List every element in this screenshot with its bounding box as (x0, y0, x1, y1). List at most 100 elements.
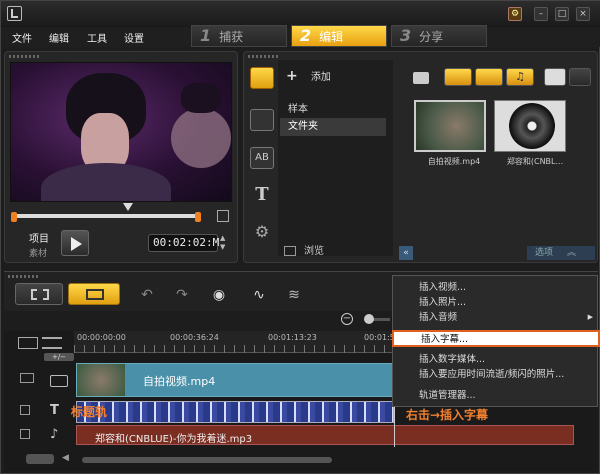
browse-button[interactable]: 浏览 (284, 242, 356, 258)
timeline-view-button[interactable] (68, 283, 120, 305)
track-lock-icon[interactable] (20, 373, 34, 383)
options-button[interactable]: 选项 ︽ (527, 246, 595, 260)
video-clip-thumb (77, 364, 125, 396)
browse-label: 浏览 (304, 246, 324, 257)
audio-mixer-icon[interactable]: ∿ (246, 284, 272, 306)
scroll-left-icon[interactable]: ◀ (62, 453, 69, 463)
library-panel: AB T ⚙ + 添加 样本 文件夹 浏览 ♫ 自拍视频.mp4 郑容和(CNB… (243, 51, 598, 263)
title-track-annotation: 标题轨 (71, 405, 108, 419)
preview-panel: 项目 素材 00:02:02:M ▲ ▼ (4, 51, 238, 263)
app-logo-icon (7, 6, 22, 21)
timecode-stepper[interactable]: ▲ ▼ (220, 234, 230, 252)
menu-track-manager[interactable]: 轨道管理器... (393, 388, 599, 403)
menu-insert-photo[interactable]: 插入照片... (393, 295, 599, 310)
redo-icon[interactable]: ↷ (169, 284, 195, 306)
close-button[interactable]: × (576, 7, 590, 21)
media-library-icon[interactable] (250, 67, 274, 89)
zoom-out-icon[interactable]: − (341, 313, 353, 325)
timeline-scrollbar[interactable] (82, 457, 332, 463)
chevron-up-icon: ︽ (567, 248, 577, 258)
zoom-slider-thumb[interactable] (364, 314, 374, 324)
trim-end-handle[interactable] (195, 212, 201, 222)
help-icon[interactable]: ⚙ (508, 7, 522, 21)
menu-insert-timelapse-photo[interactable]: 插入要应用时间流逝/频闪的照片... (393, 367, 599, 382)
show-video-button[interactable] (444, 68, 472, 86)
maximize-button[interactable]: □ (555, 7, 569, 21)
collapse-library-button[interactable]: « (399, 246, 413, 260)
title-bar: ⚙ – □ × (1, 1, 600, 27)
media-thumb-video[interactable] (414, 100, 486, 152)
trim-start-handle[interactable] (11, 212, 17, 222)
tab-capture-number: 1 (200, 26, 212, 45)
menu-insert-photo-label: 插入照片... (419, 297, 467, 308)
title-track-header: T (6, 401, 72, 427)
tab-share-label: 分享 (419, 30, 444, 44)
submenu-arrow-icon: ▶ (587, 313, 593, 321)
film-icon (31, 289, 49, 300)
thumbnail-view-button[interactable] (569, 68, 591, 86)
chapter-icon[interactable] (42, 337, 62, 349)
right-click-annotation: 右击→插入字幕 (406, 408, 489, 422)
video-clip[interactable]: 自拍视频.mp4 (76, 363, 396, 397)
play-icon (71, 237, 82, 251)
tab-edit-number: 2 (300, 26, 312, 45)
ruler-tick-label: 00:01:5 (364, 333, 395, 342)
playhead-marker[interactable] (123, 203, 133, 211)
menu-insert-audio[interactable]: 插入音频 ▶ (393, 310, 599, 325)
folder-item-sample[interactable]: 样本 (282, 100, 386, 116)
audio-clip[interactable]: 郑容和(CNBLUE)-你为我着迷.mp3 (76, 425, 574, 445)
tab-share-number: 3 (400, 26, 412, 45)
timecode-value: 00:02:02 (153, 236, 206, 249)
add-folder-button[interactable]: + 添加 (286, 68, 376, 84)
record-capture-icon[interactable]: ◉ (206, 284, 232, 306)
menu-file[interactable]: 文件 (12, 30, 32, 45)
title-track-clip[interactable] (76, 401, 394, 423)
transition-icon[interactable] (250, 109, 274, 131)
disc-icon (509, 103, 555, 149)
tab-capture[interactable]: 1 捕获 (191, 25, 287, 47)
scrub-bar[interactable] (16, 214, 198, 218)
menu-settings[interactable]: 设置 (124, 30, 144, 45)
project-label[interactable]: 项目 (29, 230, 49, 245)
clip-label[interactable]: 素材 (29, 246, 47, 259)
tab-edit[interactable]: 2 编辑 (291, 25, 387, 47)
ruler-tick-label: 00:01:13:23 (268, 333, 317, 342)
folder-item-folder[interactable]: 文件夹 (280, 118, 386, 136)
auto-music-icon[interactable]: ≋ (281, 284, 307, 306)
app-window: ⚙ – □ × 文件 编辑 工具 设置 1 捕获 2 编辑 3 分享 项目 素材… (0, 0, 600, 474)
track-manager-icon[interactable] (18, 337, 38, 349)
filter-icon[interactable]: AB (250, 147, 274, 169)
menu-edit[interactable]: 编辑 (49, 30, 69, 45)
add-folder-label: 添加 (310, 72, 331, 83)
play-button[interactable] (61, 230, 89, 256)
undo-icon[interactable]: ↶ (134, 284, 160, 306)
project-fit-button[interactable] (26, 454, 54, 464)
folder-item-sample-label: 样本 (288, 104, 308, 115)
timecode-display[interactable]: 00:02:02:M (148, 234, 219, 252)
tab-share[interactable]: 3 分享 (391, 25, 487, 47)
title-text-icon[interactable]: T (250, 184, 274, 206)
music-track-header: ♪ (6, 425, 72, 451)
timeline-icon (86, 289, 104, 300)
menu-insert-subtitle[interactable]: 插入字幕... (392, 330, 600, 347)
enlarge-icon[interactable] (217, 210, 229, 222)
menu-tools[interactable]: 工具 (87, 30, 107, 45)
menu-insert-digital-media[interactable]: 插入数字媒体... (393, 352, 599, 367)
options-label: 选项 (535, 248, 554, 258)
media-thumb-video-label: 自拍视频.mp4 (427, 157, 481, 166)
ruler-tick-label: 00:00:36:24 (170, 333, 219, 342)
show-audio-button[interactable]: ♫ (506, 68, 534, 86)
menu-insert-video[interactable]: 插入视频... (393, 280, 599, 295)
minimize-button[interactable]: – (534, 7, 548, 21)
show-photo-button[interactable] (475, 68, 503, 86)
track-lock-icon[interactable] (20, 405, 30, 415)
graphics-icon[interactable]: ⚙ (250, 222, 274, 244)
add-track-button[interactable]: +/− (44, 353, 74, 361)
video-track-header (6, 367, 72, 393)
list-view-button[interactable] (544, 68, 566, 86)
folder-icon[interactable] (413, 72, 429, 84)
storyboard-view-button[interactable] (15, 283, 63, 305)
plus-icon: + (286, 68, 298, 84)
track-lock-icon[interactable] (20, 429, 30, 439)
media-thumb-audio[interactable] (494, 100, 566, 152)
